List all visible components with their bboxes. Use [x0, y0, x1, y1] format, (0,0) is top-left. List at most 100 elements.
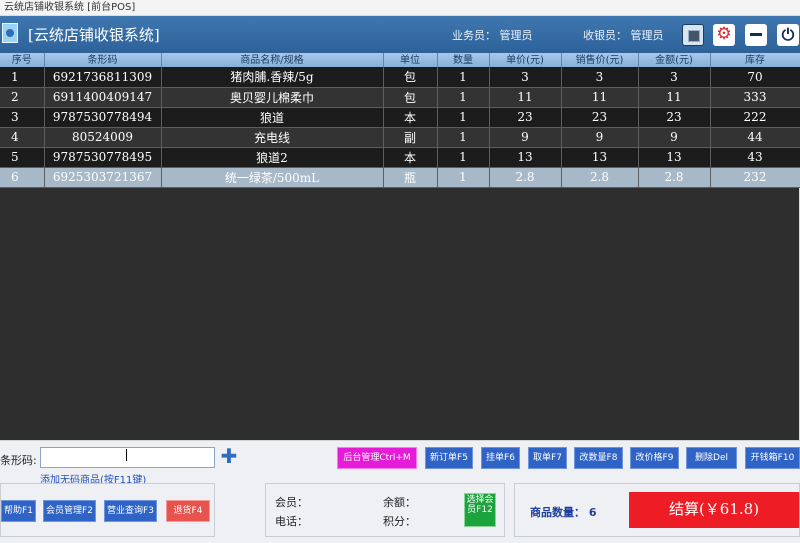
- payment-panel: 商品数量： 6 结算(￥61.8): [514, 483, 800, 537]
- cell-barcode: 9787530778494: [44, 107, 162, 128]
- app-title: [云统店铺收银系统]: [28, 26, 160, 44]
- gear-icon[interactable]: ⚙: [713, 24, 735, 46]
- member-management-button[interactable]: 会员管理F2: [43, 500, 96, 522]
- cell-amount: 13: [638, 147, 711, 168]
- col-header[interactable]: 库存: [710, 53, 800, 67]
- cell-unit-price: 2.8: [489, 167, 562, 188]
- balance-label: 余额：: [383, 496, 416, 509]
- text-caret: [126, 449, 127, 461]
- col-header[interactable]: 金额(元): [638, 53, 711, 67]
- cart-table: 序号 条形码 商品名称/规格 单位 数量 单价(元) 销售价(元) 金额(元) …: [0, 53, 800, 188]
- change-quantity-button[interactable]: 改数量F8: [574, 447, 623, 469]
- cell-sale-price: 3: [561, 67, 639, 88]
- table-row[interactable]: 3 9787530778494 狼道 本 1 23 23 23 222: [0, 107, 800, 128]
- table-header-row: 序号 条形码 商品名称/规格 单位 数量 单价(元) 销售价(元) 金额(元) …: [0, 53, 800, 67]
- app-header: [云统店铺收银系统] 业务员： 管理员 收银员： 管理员 ⚙ ⏻: [0, 16, 800, 53]
- salesman-label: 业务员： 管理员: [452, 29, 533, 42]
- new-order-button[interactable]: 新订单F5: [425, 447, 473, 469]
- cell-barcode: 80524009: [44, 127, 162, 148]
- cashier-label: 收银员： 管理员: [583, 29, 664, 42]
- select-member-button[interactable]: 选择会员F12: [464, 493, 496, 527]
- cell-barcode: 6925303721367: [44, 167, 162, 188]
- cell-sale-price: 23: [561, 107, 639, 128]
- cell-unit: 副: [383, 127, 438, 148]
- cell-amount: 3: [638, 67, 711, 88]
- checkout-button[interactable]: 结算(￥61.8): [629, 492, 799, 528]
- table-row-selected[interactable]: 6 6925303721367 统一绿茶/500mL 瓶 1 2.8 2.8 2…: [0, 167, 800, 188]
- cell-quantity: 1: [437, 127, 490, 148]
- cell-product-name: 狼道2: [161, 147, 384, 168]
- window-title: 云统店铺收银系统 [前台POS]: [4, 2, 136, 13]
- col-header[interactable]: 条形码: [44, 53, 162, 67]
- minimize-icon[interactable]: [745, 24, 767, 46]
- cell-sale-price: 9: [561, 127, 639, 148]
- help-button[interactable]: 帮助F1: [1, 500, 36, 522]
- retrieve-order-button[interactable]: 取单F7: [528, 447, 567, 469]
- cell-unit: 瓶: [383, 167, 438, 188]
- cell-barcode: 6921736811309: [44, 67, 162, 88]
- cell-unit: 包: [383, 87, 438, 108]
- cell-unit-price: 3: [489, 67, 562, 88]
- cell-unit-price: 11: [489, 87, 562, 108]
- table-row[interactable]: 1 6921736811309 猪肉脯.香辣/5g 包 1 3 3 3 70: [0, 67, 800, 88]
- cell-quantity: 1: [437, 87, 490, 108]
- col-header[interactable]: 序号: [0, 53, 45, 67]
- power-icon[interactable]: ⏻: [777, 24, 799, 46]
- cell-unit: 本: [383, 147, 438, 168]
- cell-product-name: 充电线: [161, 127, 384, 148]
- cell-quantity: 1: [437, 147, 490, 168]
- barcode-input[interactable]: [40, 447, 215, 468]
- sales-query-button[interactable]: 营业查询F3: [104, 500, 157, 522]
- cell-unit: 包: [383, 67, 438, 88]
- points-label: 积分：: [383, 515, 416, 528]
- cell-quantity: 1: [437, 107, 490, 128]
- pos-window: 云统店铺收银系统 [前台POS] [云统店铺收银系统] 业务员： 管理员 收银员…: [0, 0, 800, 543]
- cell-sale-price: 11: [561, 87, 639, 108]
- cell-stock: 222: [710, 107, 800, 128]
- member-label: 会员：: [275, 496, 308, 509]
- col-header[interactable]: 单位: [383, 53, 438, 67]
- cell-index: 2: [0, 87, 45, 108]
- cell-product-name: 狼道: [161, 107, 384, 128]
- phone-label: 电话：: [275, 515, 308, 528]
- delete-button[interactable]: 删除Del: [686, 447, 737, 469]
- plus-icon[interactable]: ✚: [220, 446, 238, 466]
- cell-unit-price: 23: [489, 107, 562, 128]
- cell-stock: 232: [710, 167, 800, 188]
- window-titlebar: 云统店铺收银系统 [前台POS]: [0, 0, 800, 16]
- cell-stock: 44: [710, 127, 800, 148]
- screen-icon[interactable]: [682, 24, 704, 46]
- cell-stock: 43: [710, 147, 800, 168]
- cell-quantity: 1: [437, 167, 490, 188]
- table-row[interactable]: 2 6911400409147 奥贝婴儿棉柔巾 包 1 11 11 11 333: [0, 87, 800, 108]
- col-header[interactable]: 商品名称/规格: [161, 53, 384, 67]
- cell-stock: 333: [710, 87, 800, 108]
- cell-unit-price: 13: [489, 147, 562, 168]
- cart-grid-area: 序号 条形码 商品名称/规格 单位 数量 单价(元) 销售价(元) 金额(元) …: [0, 53, 800, 440]
- cell-index: 3: [0, 107, 45, 128]
- table-row[interactable]: 5 9787530778495 狼道2 本 1 13 13 13 43: [0, 147, 800, 168]
- item-count: 商品数量： 6: [530, 506, 597, 519]
- barcode-label: 条形码:: [0, 454, 37, 467]
- cell-barcode: 9787530778495: [44, 147, 162, 168]
- col-header[interactable]: 销售价(元): [561, 53, 639, 67]
- cell-quantity: 1: [437, 67, 490, 88]
- col-header[interactable]: 单价(元): [489, 53, 562, 67]
- cell-amount: 2.8: [638, 167, 711, 188]
- cell-product-name: 奥贝婴儿棉柔巾: [161, 87, 384, 108]
- hold-order-button[interactable]: 挂单F6: [481, 447, 520, 469]
- cell-unit-price: 9: [489, 127, 562, 148]
- open-cash-drawer-button[interactable]: 开钱箱F10: [745, 447, 800, 469]
- cell-index: 4: [0, 127, 45, 148]
- table-row[interactable]: 4 80524009 充电线 副 1 9 9 9 44: [0, 127, 800, 148]
- cell-index: 1: [0, 67, 45, 88]
- left-button-group: 帮助F1 会员管理F2 营业查询F3 退货F4: [0, 483, 215, 537]
- app-logo-icon: [2, 23, 18, 43]
- cell-amount: 9: [638, 127, 711, 148]
- cell-amount: 11: [638, 87, 711, 108]
- return-goods-button[interactable]: 退货F4: [166, 500, 210, 522]
- col-header[interactable]: 数量: [437, 53, 490, 67]
- backend-management-button[interactable]: 后台管理Ctrl+M: [337, 447, 417, 469]
- cell-product-name: 猪肉脯.香辣/5g: [161, 67, 384, 88]
- change-price-button[interactable]: 改价格F9: [630, 447, 679, 469]
